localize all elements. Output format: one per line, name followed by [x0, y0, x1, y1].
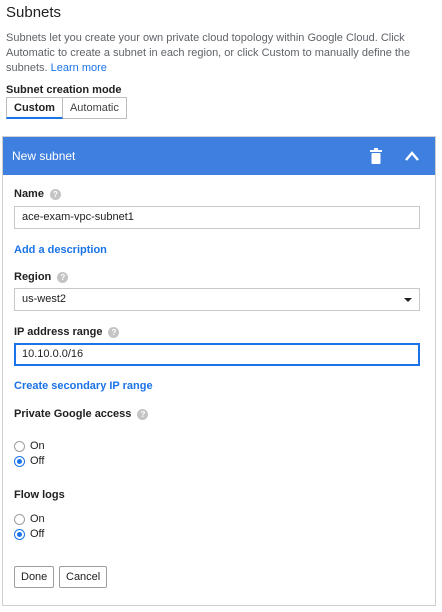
- name-label: Name ?: [14, 188, 61, 200]
- flow-logs-label: Flow logs: [14, 489, 65, 501]
- flow-logs-off-radio[interactable]: Off: [14, 528, 44, 540]
- ip-range-label: IP address range ?: [14, 326, 120, 338]
- caret-down-icon: [404, 298, 412, 302]
- radio-checked[interactable]: [14, 455, 25, 467]
- radio-label: On: [30, 440, 45, 452]
- learn-more-link[interactable]: Learn more: [51, 62, 107, 74]
- radio-label: On: [30, 513, 45, 525]
- chevron-up-icon[interactable]: [403, 148, 421, 164]
- name-input[interactable]: ace-exam-vpc-subnet1: [14, 206, 420, 229]
- subnet-mode-label: Subnet creation mode: [6, 84, 122, 96]
- custom-mode-button[interactable]: Custom: [6, 97, 63, 119]
- add-description-link[interactable]: Add a description: [14, 244, 107, 256]
- name-label-text: Name: [14, 188, 44, 200]
- help-icon[interactable]: ?: [49, 188, 61, 200]
- automatic-mode-button[interactable]: Automatic: [62, 97, 127, 119]
- help-icon[interactable]: ?: [108, 326, 120, 338]
- ip-range-label-text: IP address range: [14, 326, 103, 338]
- radio-label: Off: [30, 528, 45, 540]
- ip-range-input[interactable]: 10.10.0.0/16: [14, 343, 420, 366]
- flow-logs-on-radio[interactable]: On: [14, 513, 45, 525]
- help-icon[interactable]: ?: [57, 271, 69, 283]
- page-description: Subnets let you create your own private …: [6, 31, 432, 76]
- new-subnet-panel: New subnet Name ? ace-exam-vpc-subnet1 A…: [2, 136, 436, 606]
- subnet-mode-toggle: Custom Automatic: [6, 97, 127, 119]
- help-icon[interactable]: ?: [137, 408, 149, 420]
- cancel-button[interactable]: Cancel: [59, 566, 108, 588]
- create-secondary-ip-link[interactable]: Create secondary IP range: [14, 380, 153, 392]
- page-title: Subnets: [6, 4, 62, 21]
- region-label-text: Region: [14, 271, 52, 283]
- done-button[interactable]: Done: [14, 566, 55, 588]
- region-value: us-west2: [22, 293, 67, 305]
- trash-icon[interactable]: [369, 148, 383, 164]
- private-access-off-radio[interactable]: Off: [14, 455, 44, 467]
- private-access-on-radio[interactable]: On: [14, 440, 45, 452]
- radio-unchecked[interactable]: [14, 440, 25, 452]
- private-google-access-label-text: Private Google access: [14, 408, 132, 420]
- private-google-access-label: Private Google access ?: [14, 408, 149, 420]
- radio-checked[interactable]: [14, 528, 25, 540]
- panel-title: New subnet: [12, 149, 76, 163]
- radio-unchecked[interactable]: [14, 513, 25, 525]
- panel-header[interactable]: New subnet: [3, 137, 435, 175]
- region-select[interactable]: us-west2: [14, 288, 420, 311]
- radio-label: Off: [30, 455, 45, 467]
- region-label: Region ?: [14, 271, 69, 283]
